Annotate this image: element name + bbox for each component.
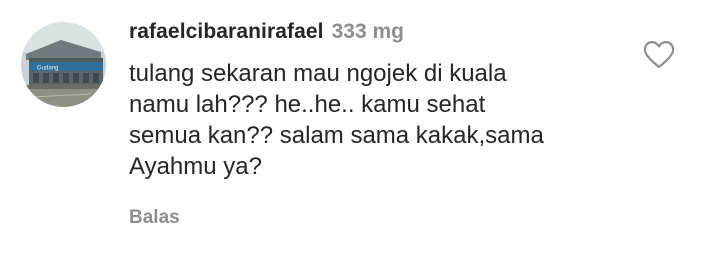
avatar[interactable]: Gudang: [21, 22, 106, 107]
reply-button[interactable]: Balas: [129, 206, 180, 230]
profile-photo: Gudang: [21, 22, 106, 107]
avatar-sign-text: Gudang: [37, 66, 58, 72]
comment-item: Gudang rafaelcibaranirafael 333 mg tulang…: [0, 0, 719, 272]
heart-outline-icon: [643, 40, 675, 69]
comment-header: rafaelcibaranirafael 333 mg: [129, 18, 404, 46]
like-button[interactable]: [642, 38, 676, 70]
username[interactable]: rafaelcibaranirafael: [129, 20, 324, 43]
comment-text: tulang sekaran mau ngojek di kuala namu …: [129, 60, 544, 180]
timestamp: 333 mg: [331, 20, 404, 43]
